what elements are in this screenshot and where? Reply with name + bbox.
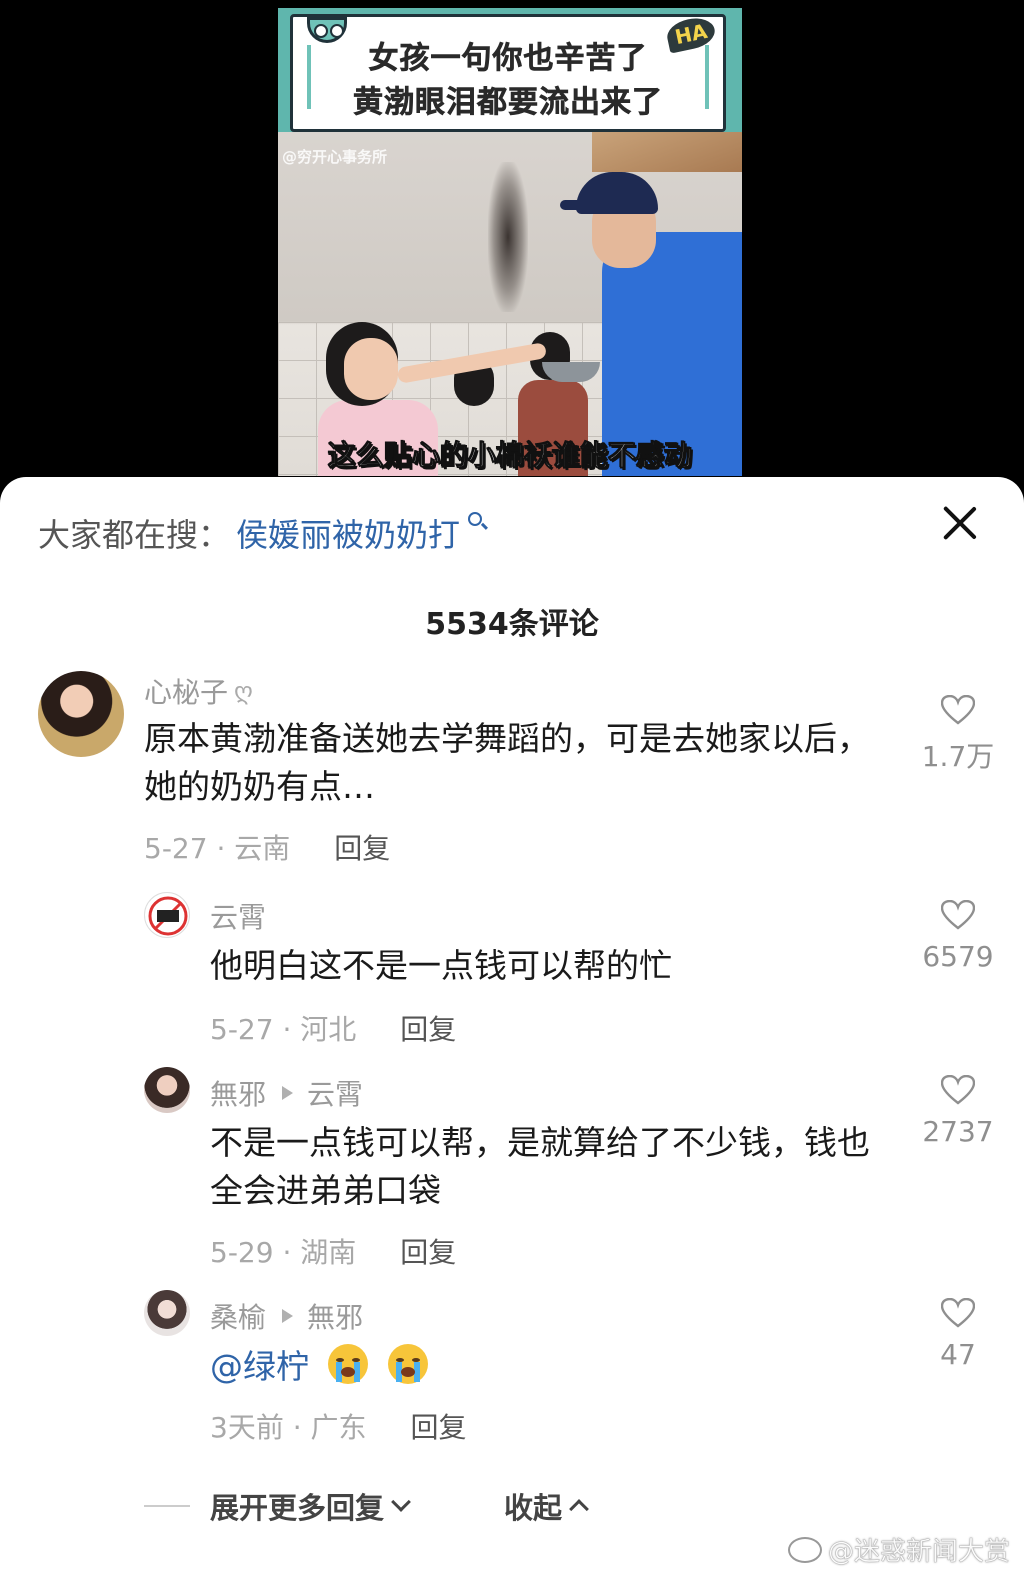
mention-link[interactable]: @绿柠: [210, 1347, 309, 1386]
comment-meta: 5-27 · 河北 回复: [210, 1008, 456, 1048]
chevron-up-icon: [569, 1499, 589, 1519]
username-text: 心柲子: [144, 676, 229, 709]
comment-date: 5-27 · 河北: [210, 1013, 357, 1046]
like-count: 47: [940, 1338, 976, 1371]
heart-icon: [941, 695, 975, 725]
expand-replies-button[interactable]: 展开更多回复: [210, 1485, 411, 1527]
video-player[interactable]: 女孩一句你也辛苦了 黄渤眼泪都要流出来了 HA @穷开心事务所 这么贴心的小棉袄…: [0, 0, 1024, 490]
comment-username[interactable]: 心柲子 ღ: [144, 671, 253, 711]
username-text: 無邪: [210, 1078, 267, 1111]
avatar[interactable]: [38, 671, 124, 757]
comment-count: 5534条评论: [425, 607, 599, 642]
reply-to-user[interactable]: 無邪: [307, 1296, 363, 1336]
comment-username[interactable]: 桑榆 無邪: [210, 1296, 363, 1336]
expand-replies-label: 展开更多回复: [210, 1491, 385, 1525]
comment-text: 不是一点钱可以帮，是就算给了不少钱，钱也全会进弟弟口袋: [210, 1123, 870, 1210]
trending-search-term[interactable]: 侯媛丽被奶奶打: [236, 510, 460, 556]
scene-girl-face: [344, 338, 398, 400]
like-count: 2737: [922, 1115, 994, 1148]
comment-username[interactable]: 無邪 云霄: [210, 1073, 363, 1113]
close-button[interactable]: [942, 505, 978, 541]
comment-text: 原本黄渤准备送她去学舞蹈的，可是去她家以后，她的奶奶有点…: [144, 719, 870, 806]
scene-ceiling: [592, 132, 742, 172]
like-button[interactable]: 1.7万: [918, 695, 998, 775]
video-frame[interactable]: 女孩一句你也辛苦了 黄渤眼泪都要流出来了 HA @穷开心事务所 这么贴心的小棉袄…: [278, 8, 742, 476]
reply-to-user[interactable]: 云霄: [307, 1073, 363, 1113]
like-count: 1.7万: [921, 740, 995, 773]
avatar[interactable]: [144, 892, 190, 938]
avatar-glyph-icon: [148, 896, 188, 936]
video-title-card: 女孩一句你也辛苦了 黄渤眼泪都要流出来了 HA: [290, 14, 726, 132]
reply-button[interactable]: 回复: [334, 827, 390, 867]
video-title-line-2: 黄渤眼泪都要流出来了: [353, 85, 663, 121]
comment-date: 5-29 · 湖南: [210, 1236, 357, 1269]
comment-date: 3天前 · 广东: [210, 1411, 367, 1444]
username-text: 云霄: [210, 901, 267, 934]
like-button[interactable]: 47: [918, 1298, 998, 1371]
collapse-replies-label: 收起: [504, 1491, 563, 1525]
comment-meta: 5-29 · 湖南 回复: [210, 1231, 456, 1271]
divider-line: [144, 1505, 190, 1507]
trending-search-label: 大家都在搜：: [38, 516, 231, 554]
user-tag-icon: ღ: [234, 677, 253, 705]
search-icon: [468, 512, 483, 526]
video-scene: @穷开心事务所 这么贴心的小棉袄谁能不感动: [278, 132, 742, 476]
reply-arrow-icon: [282, 1086, 294, 1100]
username-text: 桑榆: [210, 1301, 267, 1334]
avatar[interactable]: [144, 1067, 190, 1113]
crying-face-icon: [388, 1344, 428, 1384]
comment-text: 他明白这不是一点钱可以帮的忙: [210, 946, 672, 985]
footer-watermark: @迷惑新闻大赏: [787, 1531, 1011, 1568]
scene-man-cap: [560, 172, 658, 214]
comment-meta: 3天前 · 广东 回复: [210, 1406, 467, 1446]
scene-soot: [488, 162, 528, 312]
like-button[interactable]: 6579: [918, 900, 998, 973]
comment-sheet: 大家都在搜： 侯媛丽被奶奶打 5534条评论 心柲子 ღ 原本黄渤准备送她去学舞…: [0, 477, 1024, 1576]
comment-date: 5-27 · 云南: [144, 832, 291, 865]
heart-icon: [941, 1298, 975, 1328]
trending-search[interactable]: 大家都在搜： 侯媛丽被奶奶打: [38, 510, 483, 556]
reply-button[interactable]: 回复: [411, 1406, 467, 1446]
weibo-logo-icon: [787, 1536, 822, 1563]
like-button[interactable]: 2737: [918, 1075, 998, 1148]
heart-icon: [941, 900, 975, 930]
reply-button[interactable]: 回复: [400, 1008, 456, 1048]
comment-username[interactable]: 云霄: [210, 896, 266, 936]
video-subtitle: 这么贴心的小棉袄谁能不感动: [327, 439, 692, 473]
video-watermark: @穷开心事务所: [282, 148, 388, 166]
video-title-line-1: 女孩一句你也辛苦了: [368, 41, 648, 77]
comment-text: @绿柠: [210, 1342, 900, 1391]
collapse-replies-button[interactable]: 收起: [504, 1485, 589, 1527]
avatar[interactable]: [144, 1290, 190, 1336]
reply-button[interactable]: 回复: [400, 1231, 456, 1271]
footer-watermark-text: @迷惑新闻大赏: [827, 1537, 1011, 1568]
reply-arrow-icon: [282, 1309, 294, 1323]
expand-replies-row: 展开更多回复: [144, 1485, 411, 1527]
heart-icon: [941, 1075, 975, 1105]
crying-face-icon: [327, 1344, 368, 1384]
like-count: 6579: [922, 940, 994, 973]
chevron-down-icon: [391, 1492, 411, 1512]
comment-meta: 5-27 · 云南 回复: [144, 827, 390, 867]
